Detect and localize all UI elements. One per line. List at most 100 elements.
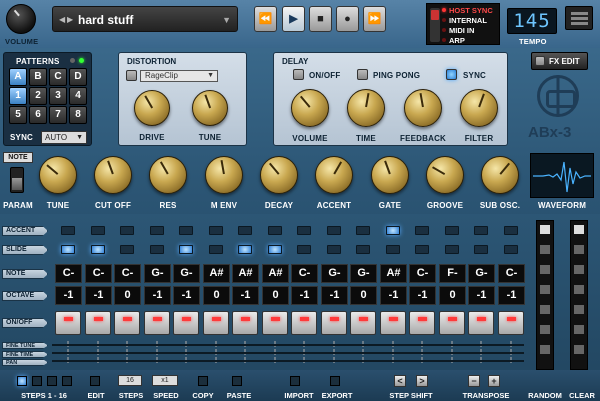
octave-step-3[interactable]: 0 (114, 286, 141, 305)
accent-step-4[interactable] (150, 226, 164, 235)
note-step-13[interactable]: C- (409, 264, 436, 283)
step-page-2[interactable] (32, 376, 42, 386)
slide-step-14[interactable] (445, 245, 459, 254)
sync-option-internal[interactable]: INTERNAL (449, 16, 487, 25)
slide-step-8[interactable] (268, 245, 282, 254)
pattern-number-7[interactable]: 7 (49, 106, 67, 124)
onoff-step-2[interactable] (85, 311, 111, 335)
param-slider[interactable] (10, 167, 24, 193)
groove-knob[interactable] (426, 156, 464, 194)
resonance-knob[interactable] (149, 156, 187, 194)
octave-step-5[interactable]: -1 (173, 286, 200, 305)
pattern-sync-select[interactable]: AUTO ▼ (41, 131, 87, 144)
clear-column[interactable] (570, 220, 588, 370)
slide-step-16[interactable] (504, 245, 518, 254)
note-step-15[interactable]: G- (468, 264, 495, 283)
octave-step-13[interactable]: -1 (409, 286, 436, 305)
onoff-step-1[interactable] (55, 311, 81, 335)
accent-step-11[interactable] (356, 226, 370, 235)
slide-step-7[interactable] (238, 245, 252, 254)
note-step-2[interactable]: C- (85, 264, 112, 283)
octave-step-4[interactable]: -1 (144, 286, 171, 305)
slide-step-6[interactable] (209, 245, 223, 254)
note-step-6[interactable]: A# (203, 264, 230, 283)
note-step-4[interactable]: G- (144, 264, 171, 283)
pattern-bank-c[interactable]: C (49, 68, 67, 86)
slide-step-1[interactable] (61, 245, 75, 254)
octave-step-2[interactable]: -1 (85, 286, 112, 305)
accent-step-14[interactable] (445, 226, 459, 235)
play-button[interactable]: ▶ (282, 6, 305, 32)
onoff-step-3[interactable] (114, 311, 140, 335)
octave-step-12[interactable]: -1 (380, 286, 407, 305)
ping-pong-checkbox[interactable] (357, 69, 368, 80)
accent-step-5[interactable] (179, 226, 193, 235)
pattern-number-8[interactable]: 8 (69, 106, 87, 124)
pattern-number-5[interactable]: 5 (9, 106, 27, 124)
octave-step-1[interactable]: -1 (55, 286, 82, 305)
transpose-down-button[interactable]: − (468, 375, 480, 387)
pattern-number-1[interactable]: 1 (9, 87, 27, 105)
accent-knob[interactable] (315, 156, 353, 194)
edit-toggle[interactable] (90, 376, 100, 386)
step-shift-right-button[interactable]: > (416, 375, 428, 387)
slide-step-15[interactable] (474, 245, 488, 254)
slide-step-10[interactable] (327, 245, 341, 254)
octave-step-14[interactable]: 0 (439, 286, 466, 305)
fx-edit-button[interactable]: FX EDIT (531, 52, 588, 70)
note-step-5[interactable]: G- (173, 264, 200, 283)
distortion-enable-checkbox[interactable] (126, 70, 137, 81)
distortion-tune-knob[interactable] (192, 90, 228, 126)
paste-button[interactable] (232, 376, 242, 386)
gate-knob[interactable] (371, 156, 409, 194)
copy-button[interactable] (198, 376, 208, 386)
preset-selector[interactable]: ◀ ▶ hard stuff ▼ (52, 6, 238, 32)
pattern-number-6[interactable]: 6 (29, 106, 47, 124)
note-step-1[interactable]: C- (55, 264, 82, 283)
import-button[interactable] (290, 376, 300, 386)
onoff-step-16[interactable] (498, 311, 524, 335)
sub-osc-knob[interactable] (481, 156, 519, 194)
accent-step-2[interactable] (91, 226, 105, 235)
cutoff-knob[interactable] (94, 156, 132, 194)
note-step-10[interactable]: G- (321, 264, 348, 283)
pattern-number-2[interactable]: 2 (29, 87, 47, 105)
delay-onoff-checkbox[interactable] (293, 69, 304, 80)
note-step-11[interactable]: G- (350, 264, 377, 283)
slide-step-12[interactable] (386, 245, 400, 254)
prev-preset-icon[interactable]: ◀ (59, 15, 65, 24)
octave-step-8[interactable]: 0 (262, 286, 289, 305)
delay-time-knob[interactable] (347, 89, 385, 127)
m-env-knob[interactable] (205, 156, 243, 194)
delay-sync-checkbox[interactable] (446, 69, 457, 80)
sync-toggle[interactable] (430, 8, 440, 42)
accent-step-3[interactable] (120, 226, 134, 235)
octave-step-7[interactable]: -1 (232, 286, 259, 305)
step-page-1[interactable] (17, 376, 27, 386)
accent-step-10[interactable] (327, 226, 341, 235)
chevron-down-icon[interactable]: ▼ (222, 15, 231, 25)
note-step-9[interactable]: C- (291, 264, 318, 283)
accent-step-15[interactable] (474, 226, 488, 235)
onoff-step-7[interactable] (232, 311, 258, 335)
pattern-bank-d[interactable]: D (69, 68, 87, 86)
note-step-8[interactable]: A# (262, 264, 289, 283)
delay-filter-knob[interactable] (460, 89, 498, 127)
slide-step-5[interactable] (179, 245, 193, 254)
record-button[interactable]: ● (336, 6, 359, 32)
onoff-step-14[interactable] (439, 311, 465, 335)
octave-step-16[interactable]: -1 (498, 286, 525, 305)
onoff-step-8[interactable] (262, 311, 288, 335)
octave-step-6[interactable]: 0 (203, 286, 230, 305)
tune-knob[interactable] (39, 156, 77, 194)
slide-step-11[interactable] (356, 245, 370, 254)
accent-step-12[interactable] (386, 226, 400, 235)
speed-select[interactable]: x1 (152, 375, 178, 386)
octave-step-11[interactable]: 0 (350, 286, 377, 305)
slide-step-13[interactable] (415, 245, 429, 254)
sync-option-host[interactable]: HOST SYNC (449, 6, 493, 15)
tempo-display[interactable]: 145 (507, 8, 557, 34)
random-column[interactable] (536, 220, 554, 370)
onoff-step-5[interactable] (173, 311, 199, 335)
pattern-bank-a[interactable]: A (9, 68, 27, 86)
